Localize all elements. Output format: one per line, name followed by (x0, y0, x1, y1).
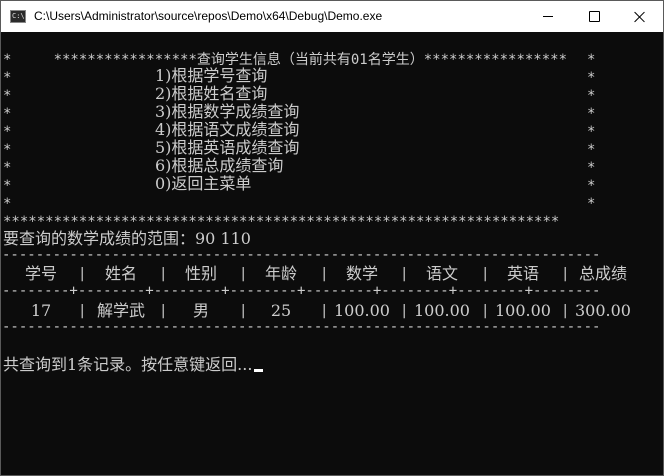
border-star: * (3, 106, 12, 122)
border-star: * (3, 178, 12, 194)
maximize-icon (588, 11, 600, 22)
title-bar[interactable]: C:\ C:\Users\Administrator\source\repos\… (1, 1, 663, 32)
border-star: * (587, 106, 596, 122)
header-cell-chinese: 语文 (425, 264, 458, 283)
border-star: * (587, 142, 596, 158)
menu-item-by-total: 6)根据总成绩查询 (155, 156, 284, 175)
close-icon (634, 11, 646, 23)
header-cell-name: 姓名 (104, 264, 137, 283)
header-cell-total: 总成绩 (578, 264, 627, 283)
header-cell-gender: 性别 (184, 264, 217, 283)
header-cell-id: 学号 (24, 264, 57, 283)
menu-item-by-id: 1)根据学号查询 (155, 66, 268, 85)
minimize-button[interactable] (525, 1, 571, 32)
border-star: * (587, 124, 596, 140)
border-star: * (587, 160, 596, 176)
maximize-button[interactable] (571, 1, 617, 32)
border-star: * (3, 124, 12, 140)
header-cell-math: 数学 (345, 264, 378, 283)
console-output[interactable]: *****************查询学生信息（当前共有01名学生）******… (2, 32, 663, 475)
result-line: 共查询到1条记录。按任意键返回... (3, 355, 264, 374)
table-top-rule: ----------------------------------------… (2, 247, 601, 263)
menu-item-by-chinese: 4)根据语文成绩查询 (155, 120, 300, 139)
border-star: * (3, 160, 12, 176)
border-star: * (3, 52, 12, 68)
minimize-icon (543, 16, 553, 17)
table-mid-rule: --------+--------+--------+--------+----… (2, 283, 601, 299)
border-star: * (3, 88, 12, 104)
menu-item-by-math: 3)根据数学成绩查询 (155, 102, 300, 121)
menu-item-back: 0)返回主菜单 (155, 174, 252, 193)
border-star: * (3, 196, 12, 212)
header-cell-age: 年龄 (264, 264, 297, 283)
border-star: * (587, 88, 596, 104)
header-line-text: *****************查询学生信息（当前共有01名学生）******… (53, 52, 568, 68)
border-star: * (587, 52, 596, 68)
header-cell-english: 英语 (506, 264, 539, 283)
console-window: C:\ C:\Users\Administrator\source\repos\… (0, 0, 664, 476)
menu-item-by-name: 2)根据姓名查询 (155, 84, 268, 103)
header-line: *****************查询学生信息（当前共有01名学生）******… (3, 33, 567, 68)
border-star: * (587, 70, 596, 86)
text-cursor (254, 369, 264, 372)
border-star: * (3, 142, 12, 158)
menu-item-by-english: 5)根据英语成绩查询 (155, 138, 300, 157)
border-star: * (587, 178, 596, 194)
border-star: * (587, 196, 596, 212)
console-app-icon: C:\ (10, 10, 26, 23)
window-title: C:\Users\Administrator\source\repos\Demo… (34, 9, 383, 23)
result-text: 共查询到1条记录。按任意键返回... (3, 355, 253, 374)
table-bottom-rule: ----------------------------------------… (2, 319, 601, 335)
close-button[interactable] (617, 1, 663, 32)
border-star: * (3, 70, 12, 86)
